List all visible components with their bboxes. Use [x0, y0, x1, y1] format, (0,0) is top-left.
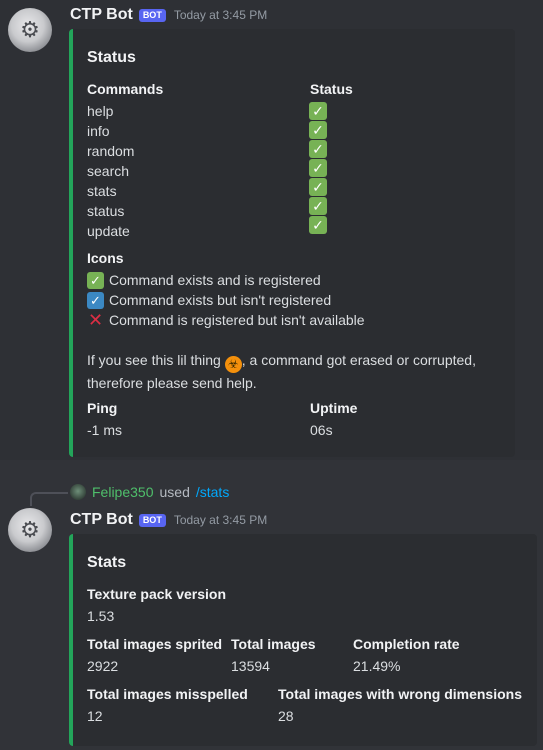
wrong-dimensions-label: Total images with wrong dimensions: [278, 686, 522, 702]
help-text-part: , a command got erased or corrupted,: [241, 352, 476, 368]
command-item: help: [87, 103, 114, 119]
status-embed: Status Commands Status help info random …: [69, 29, 515, 457]
legend-item: ✓ Command exists but isn't registered: [87, 290, 365, 310]
texture-pack-value: 1.53: [87, 608, 115, 624]
total-images-value: 13594: [231, 658, 270, 674]
legend-text: Command exists but isn't registered: [109, 292, 332, 308]
embed-title: Stats: [87, 554, 127, 571]
red-cross-icon: ✕: [87, 309, 104, 330]
green-check-icon: ✓: [87, 271, 104, 289]
legend-text: Command exists and is registered: [109, 272, 321, 288]
legend-text: Command is registered but isn't availabl…: [109, 312, 365, 328]
message-status: ⚙ CTP Bot BOT Today at 3:45 PM Status Co…: [0, 0, 543, 460]
uptime-value: 06s: [310, 422, 333, 438]
reply-command[interactable]: /stats: [196, 484, 229, 500]
reply-used-text: used: [159, 484, 190, 500]
check-icon: ✓: [309, 140, 327, 158]
status-header: Status: [310, 81, 353, 97]
command-item: update: [87, 223, 130, 239]
help-text: If you see this lil thing ☣, a command g…: [87, 350, 512, 393]
embed-title: Status: [87, 49, 136, 66]
ping-value: -1 ms: [87, 422, 122, 438]
bot-avatar[interactable]: ⚙: [8, 8, 52, 52]
reply-username[interactable]: Felipe350: [92, 484, 154, 500]
wrong-dimensions-value: 28: [278, 708, 294, 724]
check-icon: ✓: [309, 216, 327, 234]
biohazard-icon: ☣: [224, 356, 242, 373]
reply-reference[interactable]: Felipe350 used /stats: [70, 484, 229, 500]
check-icon: ✓: [309, 197, 327, 215]
help-text-line2: therefore please send help.: [87, 375, 257, 391]
misspelled-value: 12: [87, 708, 103, 724]
bot-badge: BOT: [138, 8, 166, 22]
reply-connector: [30, 492, 68, 506]
command-item: search: [87, 163, 130, 179]
check-icon: ✓: [309, 121, 327, 139]
message-header: CTP Bot BOT Today at 3:45 PM: [70, 6, 267, 24]
total-images-label: Total images: [231, 636, 316, 652]
legend-item: ✓ Command exists and is registered: [87, 270, 365, 290]
timestamp[interactable]: Today at 3:45 PM: [174, 8, 267, 22]
misspelled-label: Total images misspelled: [87, 686, 248, 702]
help-text-part: If you see this lil thing: [87, 352, 221, 368]
gear-icon: ⚙: [20, 17, 40, 43]
icons-header: Icons: [87, 250, 124, 266]
command-item: random: [87, 143, 135, 159]
check-icon: ✓: [309, 102, 327, 120]
icon-legend: ✓ Command exists and is registered ✓ Com…: [87, 270, 365, 330]
uptime-label: Uptime: [310, 400, 358, 416]
status-list: ✓ ✓ ✓ ✓ ✓ ✓ ✓: [309, 101, 327, 235]
ping-label: Ping: [87, 400, 118, 416]
texture-pack-label: Texture pack version: [87, 586, 227, 602]
command-item: stats: [87, 183, 117, 199]
sprited-label: Total images sprited: [87, 636, 223, 652]
user-mini-avatar[interactable]: [70, 484, 86, 500]
commands-header: Commands: [87, 81, 164, 97]
author-name[interactable]: CTP Bot: [70, 6, 133, 24]
completion-value: 21.49%: [353, 658, 401, 674]
bot-avatar[interactable]: ⚙: [8, 508, 52, 552]
completion-label: Completion rate: [353, 636, 460, 652]
sprited-value: 2922: [87, 658, 119, 674]
check-icon: ✓: [309, 178, 327, 196]
stats-embed: Stats Texture pack version 1.53 Total im…: [69, 534, 537, 746]
author-name[interactable]: CTP Bot: [70, 511, 133, 529]
message-header: CTP Bot BOT Today at 3:45 PM: [70, 511, 267, 529]
bot-badge: BOT: [138, 513, 166, 527]
gear-icon: ⚙: [20, 517, 40, 543]
commands-list: help info random search stats status upd…: [87, 101, 134, 241]
command-item: status: [87, 203, 125, 219]
command-item: info: [87, 123, 110, 139]
check-icon: ✓: [309, 159, 327, 177]
blue-check-icon: ✓: [87, 291, 104, 309]
timestamp[interactable]: Today at 3:45 PM: [174, 513, 267, 527]
legend-item: ✕ Command is registered but isn't availa…: [87, 310, 365, 330]
